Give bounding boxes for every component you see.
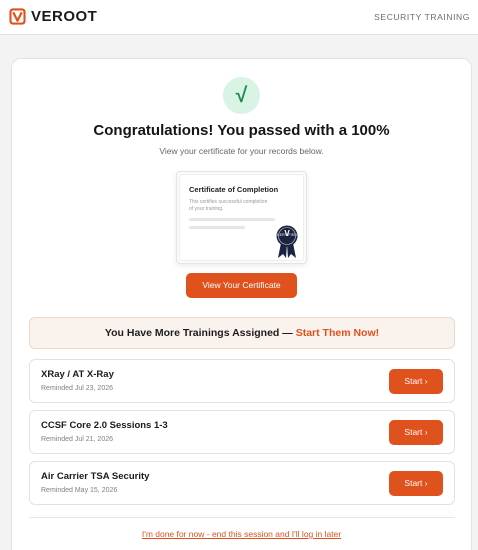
certificate-text: This certifies successful completion of … [189, 199, 268, 212]
brand-logo[interactable]: VEROOT [9, 8, 97, 25]
start-training-button[interactable]: Start › [389, 420, 443, 445]
certificate-paper: Certificate of Completion This certifies… [179, 174, 304, 261]
view-certificate-button[interactable]: View Your Certificate [186, 273, 297, 298]
end-session-link[interactable]: I'm done for now - end this session and … [12, 529, 471, 539]
start-training-button[interactable]: Start › [389, 471, 443, 496]
divider [29, 517, 455, 518]
training-reminder: Reminded May 15, 2026 [41, 487, 118, 494]
training-row: CCSF Core 2.0 Sessions 1-3 Reminded Jul … [29, 410, 455, 454]
training-name: Air Carrier TSA Security [41, 471, 150, 482]
training-reminder: Reminded Jul 23, 2026 [41, 385, 113, 392]
more-trainings-banner: You Have More Trainings Assigned — Start… [29, 317, 455, 349]
check-icon: √ [223, 77, 260, 114]
certificate-seal-icon: V [276, 225, 298, 258]
completion-card: √ Congratulations! You passed with a 100… [11, 58, 472, 550]
banner-accent: Start Them Now! [295, 327, 380, 339]
veroot-logo-icon [9, 8, 26, 25]
seal-label: CERTIFIED [276, 233, 298, 237]
result-subline: View your certificate for your records b… [159, 146, 324, 156]
result-headline: Congratulations! You passed with a 100% [93, 122, 390, 139]
training-row: XRay / AT X-Ray Reminded Jul 23, 2026 St… [29, 359, 455, 403]
training-row: Air Carrier TSA Security Reminded May 15… [29, 461, 455, 505]
certificate-title: Certificate of Completion [189, 185, 279, 194]
section-label: SECURITY TRAINING [374, 12, 470, 22]
certificate-placeholder-line [189, 226, 245, 229]
banner-text: You Have More Trainings Assigned — [104, 327, 296, 339]
training-reminder: Reminded Jul 21, 2026 [41, 436, 113, 443]
brand-name: VEROOT [31, 8, 98, 25]
start-training-button[interactable]: Start › [389, 369, 443, 394]
certificate-preview[interactable]: Certificate of Completion This certifies… [176, 171, 307, 264]
certificate-placeholder-line [189, 218, 275, 221]
training-name: CCSF Core 2.0 Sessions 1-3 [41, 420, 168, 431]
top-bar: VEROOT SECURITY TRAINING [0, 0, 478, 35]
training-name: XRay / AT X-Ray [41, 369, 114, 380]
